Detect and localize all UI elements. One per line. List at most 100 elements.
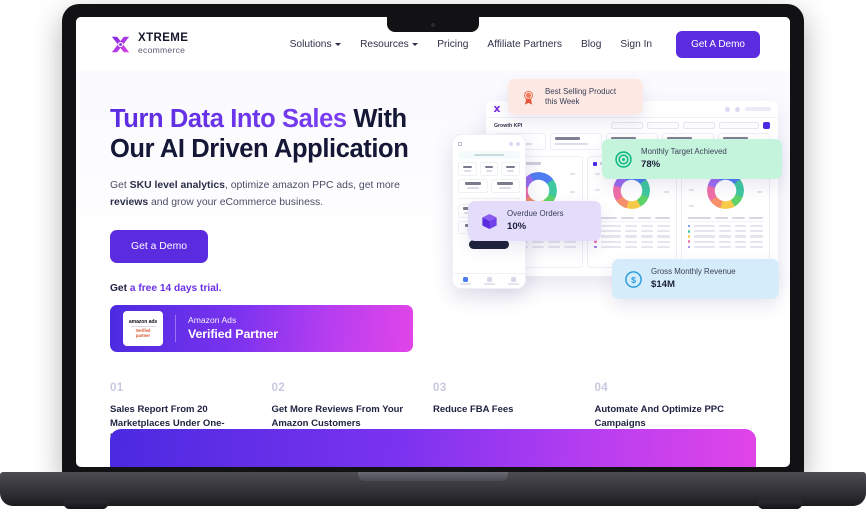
amazon-banner-subtitle: Amazon Ads	[188, 315, 237, 326]
laptop-screen-bezel: XTREME ecommerce Solutions Resources Pri…	[76, 17, 790, 467]
laptop-foot-right	[758, 500, 802, 509]
floating-card-gross-revenue-text: Gross Monthly Revenue $14M	[651, 267, 736, 291]
phone-topbar	[458, 140, 520, 148]
hero-sub-part2: SKU level analytics	[129, 179, 225, 191]
feature-text: Automate And Optimize PPC Campaigns	[594, 404, 725, 430]
nav-item-sign-in[interactable]: Sign In	[620, 39, 652, 50]
vertical-divider	[175, 315, 176, 343]
amazon-ads-badge-top: amazon ads	[128, 319, 158, 326]
feature-number: 03	[433, 381, 447, 395]
nav-item-affiliate-partners[interactable]: Affiliate Partners	[487, 39, 562, 50]
chart-card-table	[686, 216, 764, 249]
chevron-down-icon	[412, 43, 419, 46]
laptop-base	[0, 472, 866, 506]
floating-card-monthly-target: Monthly Target Achieved 78%	[602, 139, 782, 180]
divider	[130, 326, 156, 328]
phone-topbar-icons	[509, 142, 520, 146]
notification-icon	[725, 106, 730, 112]
get-a-demo-nav-button[interactable]: Get A Demo	[676, 30, 760, 58]
hero-sub-part1: Get	[110, 179, 130, 191]
chart-icon	[486, 276, 492, 282]
phone-stat-card	[490, 178, 520, 193]
amazon-ads-badge: amazon ads Verified partner	[123, 311, 163, 347]
phone-stat-card	[479, 162, 499, 176]
get-a-demo-hero-button[interactable]: Get a Demo	[110, 230, 209, 264]
dashboard-subheader: Growth KPI	[486, 118, 778, 133]
overdue-orders-label: Overdue Orders	[507, 209, 564, 218]
back-arrow-icon[interactable]	[458, 142, 462, 146]
gross-revenue-value: $14M	[651, 279, 675, 291]
floating-card-best-selling: Best Selling Product this Week	[508, 79, 643, 116]
filter-marketplaces-dropdown[interactable]	[647, 122, 679, 129]
filter-currency-dropdown[interactable]	[683, 122, 715, 129]
feature-text: Get More Reviews From Your Amazon Custom…	[271, 404, 404, 430]
nav-item-resources-label: Resources	[360, 38, 409, 50]
best-selling-line2: this Week	[545, 97, 580, 107]
phone-banner	[458, 151, 520, 160]
table-row	[593, 227, 670, 233]
laptop-lid: XTREME ecommerce Solutions Resources Pri…	[62, 4, 804, 474]
nav-links: Solutions Resources Pricing Affiliate Pa…	[289, 30, 760, 58]
home-icon	[462, 276, 468, 282]
floating-card-best-selling-text: Best Selling Product this Week	[545, 87, 616, 107]
best-selling-line1: Best Selling Product	[545, 87, 617, 96]
hero-sub-part3: , optimize amazon PPC ads, get more	[224, 179, 400, 191]
account-label	[745, 107, 771, 111]
calendar-icon[interactable]	[763, 122, 770, 129]
feature-number: 04	[594, 381, 608, 395]
browser-viewport: XTREME ecommerce Solutions Resources Pri…	[76, 17, 790, 467]
phone-nav-item-home[interactable]	[453, 274, 477, 288]
svg-text:$: $	[631, 275, 636, 285]
nav-item-pricing[interactable]: Pricing	[437, 39, 468, 50]
webcam-icon	[431, 23, 435, 27]
xtreme-logo-mark-icon	[111, 36, 130, 52]
brand-name-secondary: ecommerce	[138, 44, 186, 55]
trial-highlight: a free 14 days trial.	[129, 283, 222, 295]
phone-stat-card	[458, 162, 477, 176]
avatar	[735, 106, 740, 112]
phone-stat-card	[458, 178, 488, 193]
nav-item-blog[interactable]: Blog	[581, 39, 601, 50]
phone-nav-item-profile[interactable]	[501, 274, 525, 288]
phone-primary-button[interactable]	[469, 240, 509, 250]
user-icon	[510, 276, 516, 282]
laptop-mockup-stage: XTREME ecommerce Solutions Resources Pri…	[0, 0, 866, 528]
amazon-ads-verified-partner-banner[interactable]: amazon ads Verified partner Amazon Ads Ve…	[110, 305, 413, 353]
divider	[458, 197, 520, 199]
dashboard-logo-icon	[493, 106, 501, 112]
nav-item-resources[interactable]: Resources	[360, 38, 419, 50]
dashboard-filters	[611, 122, 770, 129]
phone-nav-item-reports[interactable]	[477, 274, 501, 288]
phone-stat-row	[458, 178, 520, 193]
amazon-banner-title: Verified Partner	[188, 326, 278, 341]
feature-text: Reduce FBA Fees	[433, 404, 514, 416]
brand-logo[interactable]: XTREME ecommerce	[110, 33, 188, 54]
webcam-notch	[387, 17, 479, 32]
brand-wordmark: XTREME ecommerce	[138, 33, 188, 54]
filter-stores-dropdown[interactable]	[611, 122, 643, 129]
dashboard-topbar-actions	[725, 106, 771, 112]
nav-item-solutions-label: Solutions	[289, 38, 332, 50]
filter-date-range[interactable]	[719, 122, 759, 129]
monthly-target-value: 78%	[641, 159, 661, 171]
chevron-down-icon	[335, 43, 342, 46]
phone-bottom-nav	[453, 273, 525, 288]
nav-item-solutions[interactable]: Solutions	[289, 38, 342, 50]
floating-card-overdue-orders: Overdue Orders 10%	[468, 201, 601, 242]
bell-icon	[509, 142, 513, 146]
hero-title-highlight: Turn Data Into Sales	[110, 105, 347, 133]
laptop-foot-left	[64, 500, 108, 509]
table-row	[687, 243, 764, 249]
trial-prefix: Get	[110, 283, 130, 295]
amazon-ads-badge-bottom: Verified partner	[136, 328, 151, 338]
monthly-target-label: Monthly Target Achieved	[641, 147, 727, 156]
dashboard-window-mock: Growth KPI	[486, 101, 778, 276]
table-row	[593, 222, 670, 228]
amazon-banner-text: Amazon Ads Verified Partner	[188, 315, 278, 342]
kpi-card	[550, 133, 602, 150]
hero-subtitle: Get SKU level analytics, optimize amazon…	[110, 178, 422, 212]
phone-stat-card	[501, 162, 521, 176]
chart-card-table	[593, 216, 671, 249]
phone-stat-row	[458, 162, 521, 176]
floating-card-monthly-target-text: Monthly Target Achieved 78%	[641, 147, 727, 171]
